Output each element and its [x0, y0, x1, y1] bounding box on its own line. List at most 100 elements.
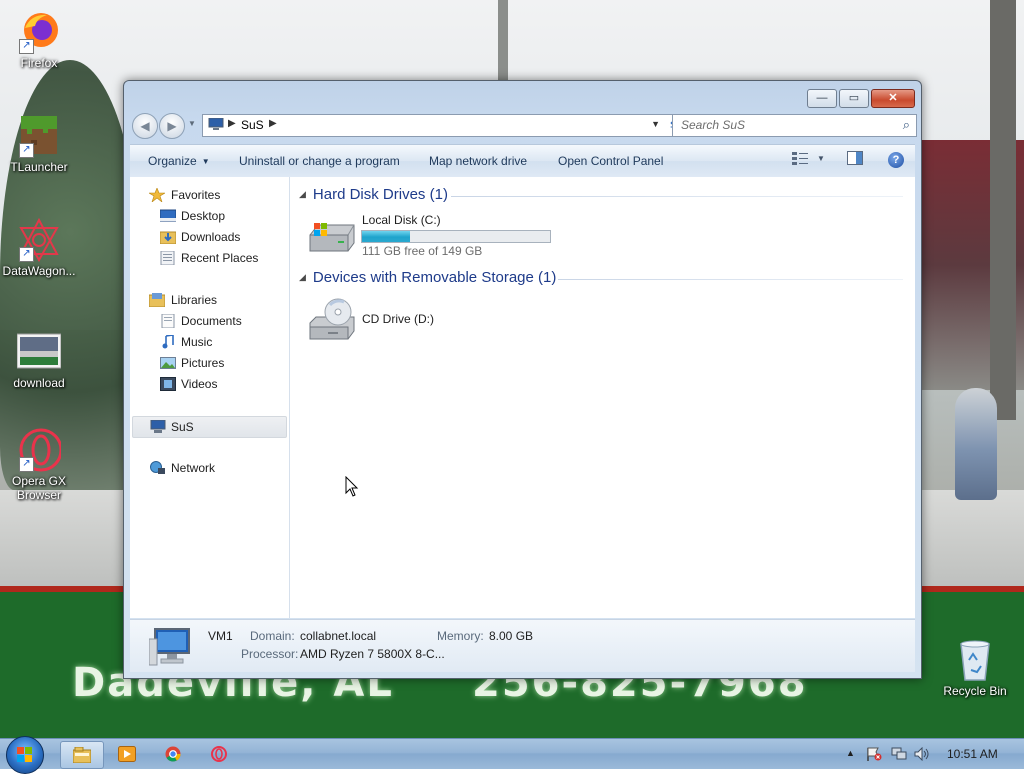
recent-pages-dropdown[interactable]: ▼ [188, 119, 196, 128]
computer-icon [208, 118, 224, 130]
breadcrumb-separator-icon[interactable]: ▶ [269, 118, 277, 129]
desktop-icon-opera-gx[interactable]: ↗ Opera GX Browser [1, 428, 77, 502]
nav-music[interactable]: Music [130, 332, 287, 352]
navigation-pane: Favorites Desktop Downloads Recent Place… [130, 177, 290, 618]
breadcrumb-sus[interactable]: SuS [241, 118, 264, 132]
shortcut-arrow-icon: ↗ [19, 247, 34, 262]
start-button[interactable] [6, 736, 44, 774]
search-input[interactable] [679, 117, 883, 133]
mouse-cursor-icon [345, 476, 359, 497]
desktop-icon-datawagon[interactable]: ↗ DataWagon... [1, 217, 77, 278]
wallpaper-person [955, 388, 997, 500]
explorer-window[interactable]: — ▭ ✕ ◀ ▶ ▼ ▶ SuS ▶ ▼ ⇆ ⌕ Organize▼ Unin… [123, 80, 922, 679]
image-file-icon [16, 330, 62, 374]
address-dropdown-icon[interactable]: ▼ [651, 119, 660, 129]
minecraft-grass-block-icon: ↗ [17, 114, 61, 158]
volume-icon[interactable] [914, 747, 930, 761]
nav-documents[interactable]: Documents [130, 311, 287, 331]
memory-value: 8.00 GB [489, 629, 534, 643]
address-bar[interactable]: ▶ SuS ▶ ▼ [202, 114, 666, 137]
domain-label: Domain: [250, 629, 295, 643]
nav-favorites[interactable]: Favorites [130, 185, 287, 205]
taskbar-explorer-button[interactable] [60, 741, 104, 769]
group-divider [451, 196, 903, 197]
documents-icon [161, 314, 175, 328]
desktop-icon-label: Firefox [20, 56, 58, 70]
show-hidden-icons-button[interactable]: ▲ [846, 748, 855, 758]
forward-button[interactable]: ▶ [159, 113, 185, 139]
chevron-down-icon: ▼ [201, 157, 210, 166]
breadcrumb-separator-icon[interactable]: ▶ [228, 118, 236, 129]
content-pane: ◢ Hard Disk Drives (1) Local Disk (C:) 11… [290, 177, 915, 618]
windows-explorer-icon [73, 747, 91, 763]
opera-gx-icon: ↗ [17, 428, 63, 472]
hard-disk-icon [309, 223, 355, 252]
minimize-button[interactable]: — [807, 89, 837, 108]
preview-pane-button[interactable] [847, 151, 863, 171]
star-icon [149, 188, 165, 202]
collapse-triangle-icon[interactable]: ◢ [299, 272, 306, 282]
wallpaper-pole-right [990, 0, 1016, 420]
help-icon: ? [892, 154, 900, 166]
media-player-icon [118, 746, 136, 762]
open-control-panel-button[interactable]: Open Control Panel [558, 154, 663, 168]
desktop-icon-label: Opera GX Browser [11, 474, 67, 502]
shortcut-arrow-icon: ↗ [19, 457, 34, 472]
collapse-triangle-icon[interactable]: ◢ [299, 189, 306, 199]
cd-drive-icon [309, 298, 355, 340]
map-network-drive-button[interactable]: Map network drive [429, 154, 527, 168]
taskbar-opera-button[interactable] [198, 741, 240, 767]
nav-pictures[interactable]: Pictures [130, 353, 287, 373]
desktop-icon-recycle-bin[interactable]: Recycle Bin [937, 638, 1013, 698]
videos-icon [160, 377, 176, 391]
nav-desktop[interactable]: Desktop [130, 206, 287, 226]
computer-icon [150, 420, 166, 433]
downloads-folder-icon [160, 231, 176, 244]
search-icon[interactable]: ⌕ [903, 117, 910, 133]
desktop-icon-tlauncher[interactable]: ↗ TLauncher [1, 114, 77, 174]
desktop-icon-firefox[interactable]: ↗ Firefox [1, 10, 77, 70]
pictures-icon [160, 357, 176, 369]
recent-places-icon [160, 251, 175, 265]
group-header-removable-storage[interactable]: ◢ Devices with Removable Storage (1) [299, 269, 556, 286]
desktop-folder-icon [160, 209, 176, 222]
drive-free-space: 111 GB free of 149 GB [362, 244, 483, 258]
datawagon-icon: ↗ [17, 217, 61, 263]
view-options-dropdown[interactable]: ▼ [817, 154, 825, 174]
taskbar-chrome-button[interactable] [152, 741, 194, 767]
drive-usage-fill [362, 231, 410, 242]
chrome-icon [165, 746, 181, 762]
taskbar-media-player-button[interactable] [106, 741, 148, 767]
drive-name: CD Drive (D:) [362, 312, 434, 326]
opera-icon [211, 746, 227, 762]
maximize-button[interactable]: ▭ [839, 89, 869, 108]
nav-computer-sus[interactable]: SuS [132, 416, 287, 438]
change-view-button[interactable] [792, 151, 808, 171]
network-status-icon[interactable] [891, 747, 907, 761]
group-header-hard-disk-drives[interactable]: ◢ Hard Disk Drives (1) [299, 186, 448, 203]
nav-libraries[interactable]: Libraries [130, 290, 287, 310]
command-bar: Organize ▼ Uninstall or change a program … [130, 144, 915, 178]
help-button[interactable]: ? [888, 152, 904, 168]
shortcut-arrow-icon: ↗ [19, 39, 34, 54]
computer-icon [149, 628, 190, 666]
clock[interactable]: 10:51 AM [947, 747, 998, 761]
view-list-icon [792, 152, 808, 165]
close-button[interactable]: ✕ [871, 89, 915, 108]
music-icon [162, 335, 174, 349]
nav-downloads[interactable]: Downloads [130, 227, 287, 247]
uninstall-program-button[interactable]: Uninstall or change a program [239, 154, 400, 168]
action-center-flag-icon[interactable] [866, 747, 882, 761]
desktop-icon-download[interactable]: download [1, 330, 77, 390]
processor-value: AMD Ryzen 7 5800X 8-C... [300, 647, 445, 661]
domain-value: collabnet.local [300, 629, 377, 643]
search-box[interactable]: ⌕ [672, 114, 917, 137]
desktop-icon-label: Recycle Bin [943, 684, 1007, 698]
nav-videos[interactable]: Videos [130, 374, 287, 394]
organize-menu[interactable]: Organize ▼ [148, 154, 210, 168]
nav-network[interactable]: Network [130, 458, 287, 478]
drive-usage-bar [361, 230, 551, 243]
nav-recent-places[interactable]: Recent Places [130, 248, 287, 268]
back-button[interactable]: ◀ [132, 113, 158, 139]
processor-label: Processor: [241, 647, 299, 661]
